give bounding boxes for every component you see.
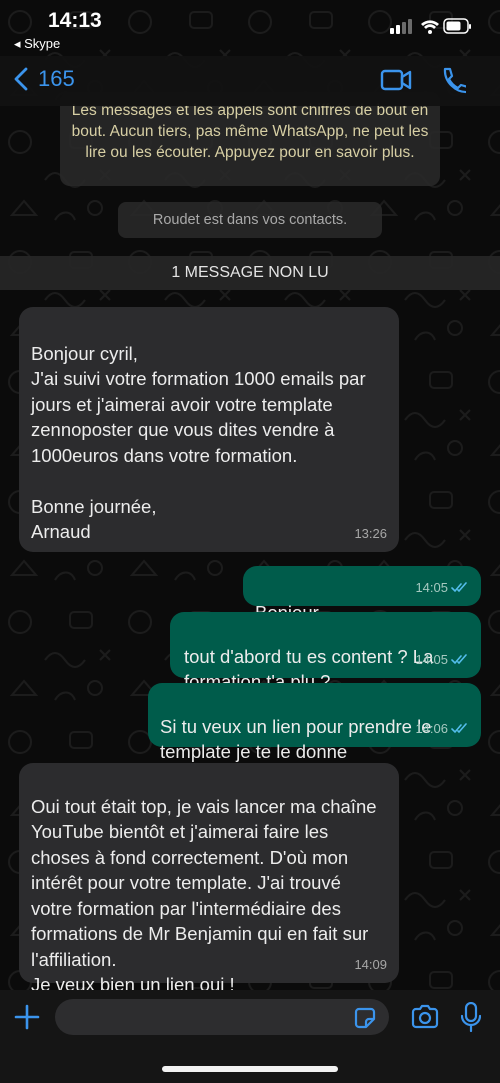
message-time: 14:05 bbox=[415, 651, 448, 667]
message-meta: 13:26 bbox=[354, 521, 387, 547]
chat-header: 165 bbox=[0, 56, 500, 106]
camera-button[interactable] bbox=[410, 1004, 440, 1035]
unread-count: 165 bbox=[38, 66, 75, 91]
camera-icon bbox=[411, 1004, 439, 1029]
video-camera-icon bbox=[380, 69, 412, 91]
message-input[interactable] bbox=[55, 999, 389, 1035]
plus-icon bbox=[14, 1004, 40, 1030]
video-call-button[interactable] bbox=[380, 66, 412, 99]
message-meta: 14:05 bbox=[415, 575, 469, 601]
voice-call-button[interactable] bbox=[440, 66, 470, 99]
double-check-icon bbox=[451, 722, 467, 733]
wifi-icon bbox=[421, 20, 439, 34]
microphone-icon bbox=[460, 1001, 482, 1033]
status-icons bbox=[390, 16, 472, 41]
message-meta: 14:09 bbox=[354, 952, 387, 978]
message-time: 14:06 bbox=[415, 720, 448, 736]
encryption-notice[interactable]: Les messages et les appels sont chiffrés… bbox=[60, 92, 440, 186]
unread-messages-divider: 1 MESSAGE NON LU bbox=[0, 256, 500, 290]
message-time: 14:05 bbox=[415, 579, 448, 595]
status-bar: 14:13 ◂ Skype bbox=[0, 0, 500, 56]
battery-icon bbox=[443, 18, 471, 34]
message-bubble-incoming[interactable]: Oui tout était top, je vais lancer ma ch… bbox=[19, 763, 399, 995]
contact-notice: Roudet est dans vos contacts. bbox=[118, 202, 382, 238]
voice-message-button[interactable] bbox=[460, 1001, 482, 1037]
message-text: Oui tout était top, je vais lancer ma ch… bbox=[31, 795, 377, 996]
message-bubble-incoming[interactable]: Bonjour cyril, J'ai suivi votre formatio… bbox=[19, 307, 399, 552]
message-time: 14:09 bbox=[354, 956, 387, 972]
phone-icon bbox=[443, 67, 470, 94]
message-bubble-outgoing[interactable]: Bonjour 14:05 bbox=[243, 566, 481, 623]
chevron-left-icon bbox=[14, 67, 28, 91]
sticker-icon bbox=[354, 1007, 376, 1029]
message-bubble-outgoing[interactable]: Si tu veux un lien pour prendre le templ… bbox=[148, 683, 481, 762]
message-meta: 14:06 bbox=[415, 716, 469, 742]
attach-button[interactable] bbox=[14, 1004, 40, 1035]
signal-icon bbox=[390, 19, 412, 34]
back-button[interactable]: 165 bbox=[14, 66, 75, 92]
message-text: Bonjour cyril, J'ai suivi votre formatio… bbox=[31, 342, 366, 543]
back-to-app-link[interactable]: ◂ Skype bbox=[14, 36, 60, 52]
double-check-icon bbox=[451, 653, 467, 664]
message-meta: 14:05 bbox=[415, 647, 469, 673]
sticker-button[interactable] bbox=[353, 1006, 377, 1035]
status-time: 14:13 bbox=[48, 9, 102, 32]
message-bubble-outgoing[interactable]: tout d'abord tu es content ? La formatio… bbox=[170, 612, 481, 692]
double-check-icon bbox=[451, 581, 467, 592]
message-time: 13:26 bbox=[354, 525, 387, 541]
home-indicator[interactable] bbox=[162, 1066, 338, 1072]
